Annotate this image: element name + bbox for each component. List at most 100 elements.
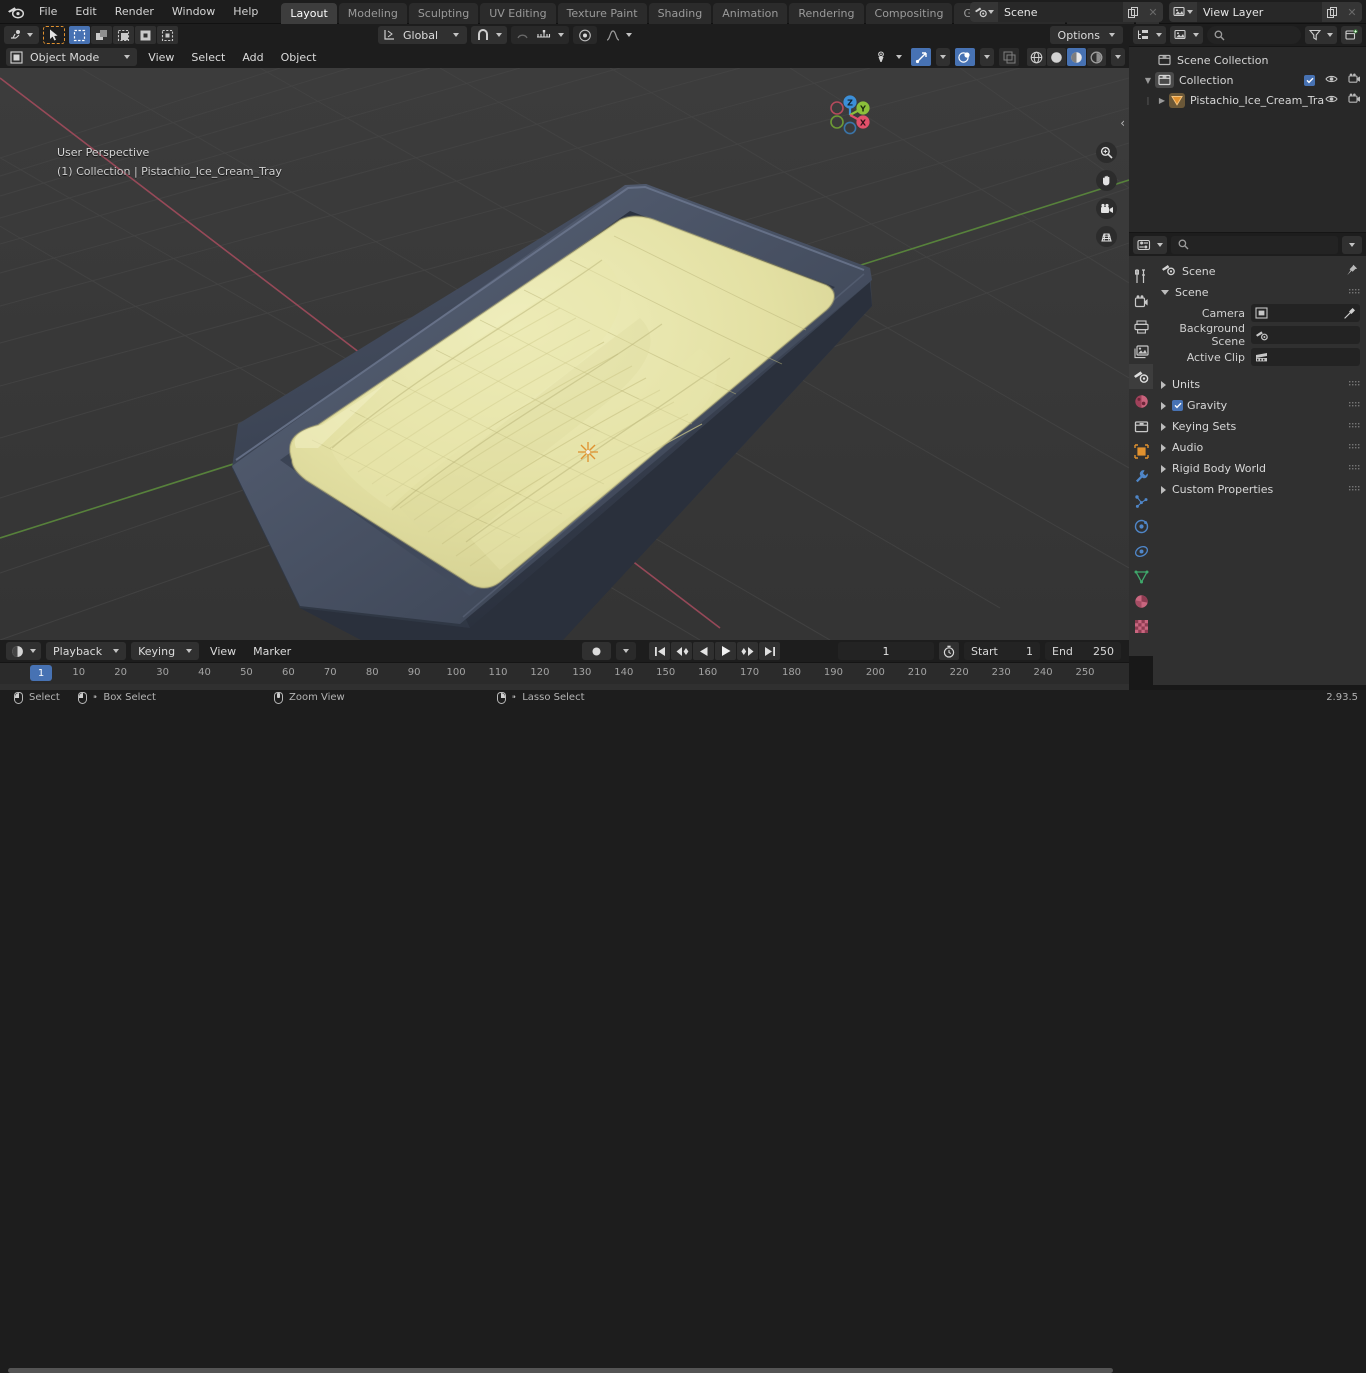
select-box-tool-icon[interactable] bbox=[43, 26, 65, 44]
select-invert-icon[interactable] bbox=[135, 26, 156, 44]
panel-header-gravity[interactable]: Gravity bbox=[1153, 395, 1366, 416]
viewport-menu-add[interactable]: Add bbox=[236, 48, 269, 66]
wireframe-shading-button[interactable] bbox=[1027, 48, 1046, 66]
panel-header-units[interactable]: Units bbox=[1153, 374, 1366, 395]
data-tab[interactable] bbox=[1129, 564, 1153, 589]
overlays-dropdown[interactable] bbox=[980, 48, 994, 66]
zoom-icon[interactable] bbox=[1096, 142, 1117, 163]
object-mode-dropdown[interactable]: Object Mode bbox=[6, 48, 138, 66]
view-layer-tab[interactable] bbox=[1129, 339, 1153, 364]
playhead[interactable]: 1 bbox=[30, 665, 52, 681]
constraints-tab[interactable] bbox=[1129, 539, 1153, 564]
eyedropper-icon[interactable] bbox=[1343, 307, 1356, 320]
tab-uv-editing[interactable]: UV Editing bbox=[480, 2, 556, 25]
jump-end-icon[interactable] bbox=[759, 642, 781, 660]
modifiers-tab[interactable] bbox=[1129, 464, 1153, 489]
tab-texture-paint[interactable]: Texture Paint bbox=[557, 2, 647, 25]
properties-editor-icon[interactable] bbox=[1133, 235, 1167, 254]
eye-icon[interactable] bbox=[1325, 94, 1338, 107]
camera-icon[interactable] bbox=[1348, 93, 1361, 107]
solid-shading-button[interactable] bbox=[1047, 48, 1066, 66]
rendered-shading-button[interactable] bbox=[1087, 48, 1106, 66]
timeline-editor-icon[interactable] bbox=[6, 642, 41, 660]
scene-icon[interactable] bbox=[970, 2, 998, 22]
options-dropdown[interactable]: Options bbox=[1049, 26, 1123, 44]
frame-end-field[interactable]: End 250 bbox=[1045, 642, 1121, 660]
menu-file[interactable]: File bbox=[30, 2, 66, 21]
timeline-scrollbar[interactable] bbox=[8, 1368, 1113, 1373]
tab-layout[interactable]: Layout bbox=[281, 2, 337, 25]
chevron-left-icon[interactable]: ‹ bbox=[1120, 116, 1125, 130]
outliner-search-input[interactable] bbox=[1207, 26, 1301, 44]
current-frame-field[interactable]: 1 bbox=[838, 642, 934, 660]
gravity-checkbox[interactable] bbox=[1172, 400, 1183, 411]
panel-header-scene[interactable]: Scene bbox=[1153, 282, 1366, 302]
frame-start-field[interactable]: Start 1 bbox=[964, 642, 1040, 660]
shading-dropdown[interactable] bbox=[1111, 48, 1125, 66]
pan-hand-icon[interactable] bbox=[1096, 170, 1117, 191]
unlink-x-icon[interactable]: ✕ bbox=[1143, 2, 1163, 22]
tab-rendering[interactable]: Rendering bbox=[789, 2, 864, 25]
transform-orientation-dropdown[interactable]: Global bbox=[378, 26, 468, 44]
active-clip-field[interactable] bbox=[1251, 348, 1360, 366]
select-new-icon[interactable] bbox=[69, 26, 90, 44]
panel-header-rigid-body-world[interactable]: Rigid Body World bbox=[1153, 458, 1366, 479]
viewport-menu-view[interactable]: View bbox=[142, 48, 180, 66]
play-reverse-icon[interactable] bbox=[693, 642, 715, 660]
menu-help[interactable]: Help bbox=[224, 2, 267, 21]
jump-start-icon[interactable] bbox=[649, 642, 671, 660]
panel-header-audio[interactable]: Audio bbox=[1153, 437, 1366, 458]
duplicate-icon[interactable] bbox=[1322, 2, 1342, 22]
background-scene-field[interactable] bbox=[1251, 326, 1360, 344]
tab-sculpting[interactable]: Sculpting bbox=[408, 2, 479, 25]
properties-search-input[interactable] bbox=[1171, 235, 1338, 254]
eye-icon[interactable] bbox=[1325, 74, 1338, 87]
particles-tab[interactable] bbox=[1129, 489, 1153, 514]
outliner-row-scene-collection[interactable]: Scene Collection bbox=[1129, 50, 1366, 70]
object-tab[interactable] bbox=[1129, 439, 1153, 464]
gizmo-dropdown[interactable] bbox=[936, 48, 950, 66]
blender-logo-icon[interactable] bbox=[0, 5, 30, 19]
select-subtract-icon[interactable] bbox=[113, 26, 134, 44]
timeline-menu-playback[interactable]: Playback bbox=[46, 642, 127, 660]
tab-shading[interactable]: Shading bbox=[648, 2, 712, 25]
outliner-row-collection[interactable]: ▼ Collection bbox=[1129, 70, 1366, 90]
material-preview-button[interactable] bbox=[1067, 48, 1086, 66]
material-tab[interactable] bbox=[1129, 589, 1153, 614]
menu-render[interactable]: Render bbox=[106, 2, 163, 21]
timeline-menu-keying[interactable]: Keying bbox=[131, 642, 200, 660]
collection-tab[interactable] bbox=[1129, 414, 1153, 439]
gizmo-toggle[interactable] bbox=[911, 48, 931, 66]
tab-compositing[interactable]: Compositing bbox=[865, 2, 953, 25]
toggle-perspective-icon[interactable] bbox=[1096, 226, 1117, 247]
play-icon[interactable] bbox=[715, 642, 737, 660]
tool-settings-editor-icon[interactable] bbox=[4, 26, 39, 44]
disclosure-triangle-right-icon[interactable]: ▶ bbox=[1155, 96, 1169, 105]
tool-tab[interactable] bbox=[1129, 264, 1153, 289]
timeline-ruler[interactable]: 10 20 30 40 50 60 70 80 90 100 110 120 130 140 150 160 1… bbox=[0, 662, 1129, 684]
world-tab[interactable] bbox=[1129, 389, 1153, 414]
auto-keying-dropdown[interactable] bbox=[616, 642, 637, 660]
collection-enable-checkbox[interactable] bbox=[1304, 74, 1315, 86]
pin-icon[interactable] bbox=[1346, 264, 1358, 279]
outliner-display-mode-dropdown[interactable] bbox=[1133, 26, 1166, 44]
snap-to-dropdown[interactable] bbox=[511, 26, 570, 44]
camera-view-icon[interactable] bbox=[1096, 198, 1117, 219]
unlink-x-icon[interactable]: ✕ bbox=[1342, 2, 1362, 22]
outliner-filter-button[interactable] bbox=[1305, 26, 1337, 44]
navigation-gizmo[interactable]: Z Y X bbox=[821, 86, 879, 144]
auto-keying-toggle[interactable] bbox=[582, 642, 612, 660]
select-intersect-icon[interactable] bbox=[157, 26, 178, 44]
prev-keyframe-icon[interactable] bbox=[671, 642, 693, 660]
menu-window[interactable]: Window bbox=[163, 2, 224, 21]
new-collection-button[interactable] bbox=[1341, 26, 1362, 44]
scene-selector[interactable]: Scene ✕ bbox=[970, 2, 1163, 22]
outliner-filter-display-dropdown[interactable] bbox=[1170, 26, 1203, 44]
view-layer-selector[interactable]: View Layer ✕ bbox=[1169, 2, 1362, 22]
3d-viewport[interactable]: User Perspective (1) Collection | Pistac… bbox=[0, 68, 1129, 640]
properties-options-dropdown[interactable] bbox=[1342, 235, 1362, 254]
duplicate-icon[interactable] bbox=[1123, 2, 1143, 22]
select-extend-icon[interactable] bbox=[91, 26, 112, 44]
next-keyframe-icon[interactable] bbox=[737, 642, 759, 660]
snap-toggle-button[interactable] bbox=[471, 26, 508, 44]
